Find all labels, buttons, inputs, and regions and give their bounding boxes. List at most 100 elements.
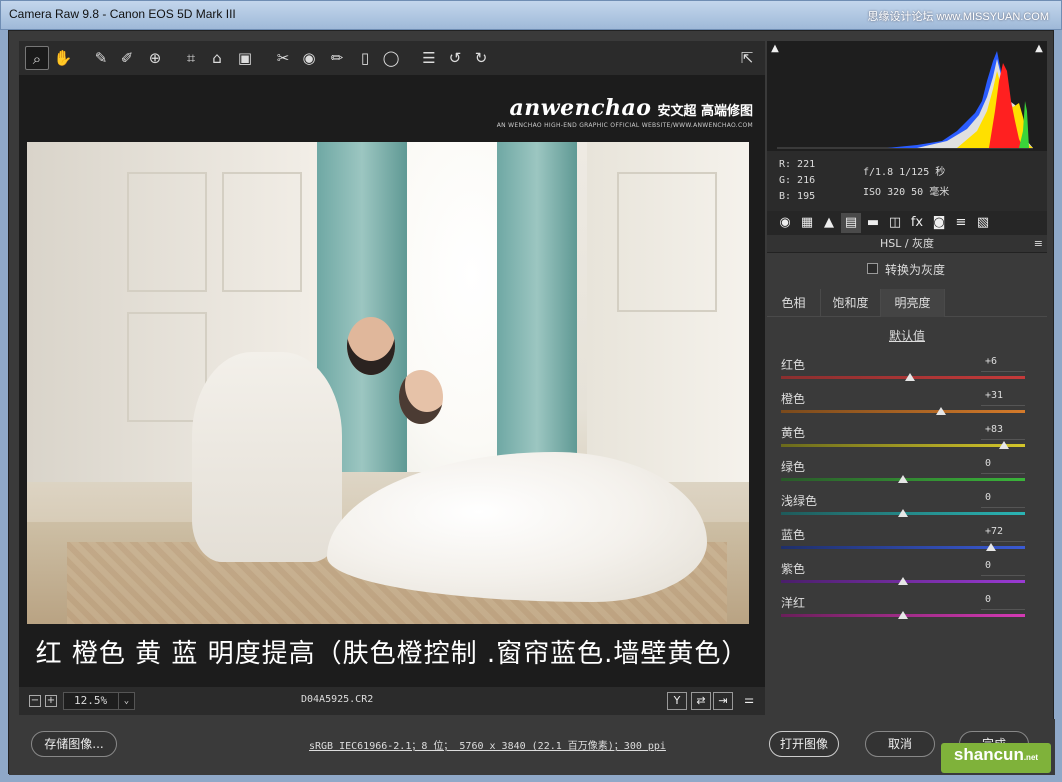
brand-name: anwenchao bbox=[509, 95, 652, 121]
slider-row: 紫色 0 bbox=[781, 560, 1025, 590]
split-toning-tab-icon[interactable]: ▬ bbox=[863, 213, 883, 233]
lens-tab-icon[interactable]: ◫ bbox=[885, 213, 905, 233]
zoom-tool-icon[interactable]: ⌕ bbox=[25, 46, 49, 70]
histogram: ▲ ▲ bbox=[767, 41, 1047, 151]
before-after-view-button[interactable]: Y bbox=[667, 692, 687, 710]
slider-value-input[interactable]: 0 bbox=[981, 594, 1025, 610]
panel-tabs: ◉ ▦ ▲ ▤ ▬ ◫ fx ◙ ≡ ▧ bbox=[767, 211, 1047, 235]
slider-thumb[interactable] bbox=[898, 577, 908, 585]
camera-raw-window: ⇱ ⌕ ✋ ✎ ✐ ⊕ ⌗ ⌂ ▣ ✂ ◉ ✏ ▯ ◯ ☰ ↺ ↻ anwenchao 安文超 高端修图 AN … bbox=[8, 30, 1055, 775]
shadow-clipping-icon[interactable]: ▲ bbox=[769, 43, 781, 55]
slider-value-input[interactable]: +31 bbox=[981, 390, 1025, 406]
convert-grayscale-label: 转换为灰度 bbox=[885, 263, 946, 277]
zoom-value: 12.5% bbox=[74, 694, 108, 707]
slider-row: 浅绿色 0 bbox=[781, 492, 1025, 522]
slider-track[interactable] bbox=[781, 376, 1025, 379]
file-name: D04A5925.CR2 bbox=[301, 694, 374, 705]
transform-tool-icon[interactable]: ▣ bbox=[233, 46, 257, 70]
toolbar: ⇱ ⌕ ✋ ✎ ✐ ⊕ ⌗ ⌂ ▣ ✂ ◉ ✏ ▯ ◯ ☰ ↺ ↻ bbox=[19, 41, 765, 75]
slider-row: 绿色 0 bbox=[781, 458, 1025, 488]
save-image-button[interactable]: 存储图像... bbox=[31, 731, 117, 757]
fullscreen-icon[interactable]: ⇱ bbox=[735, 46, 759, 70]
slider-thumb[interactable] bbox=[898, 475, 908, 483]
zoom-select[interactable]: 12.5% ⌄ bbox=[63, 692, 135, 710]
white-balance-tool-icon[interactable]: ✎ bbox=[89, 46, 113, 70]
slider-thumb[interactable] bbox=[935, 407, 946, 415]
default-link[interactable]: 默认值 bbox=[767, 327, 1047, 344]
detail-tab-icon[interactable]: ▲ bbox=[819, 213, 839, 233]
targeted-adjustment-tool-icon[interactable]: ⊕ bbox=[143, 46, 167, 70]
panel-menu-icon[interactable]: ≡ bbox=[1034, 235, 1043, 253]
site-logo-suffix: .net bbox=[1023, 753, 1039, 762]
swap-settings-button[interactable]: ⇄ bbox=[691, 692, 711, 710]
tab-saturation[interactable]: 饱和度 bbox=[821, 289, 881, 317]
site-logo: shancun.net bbox=[941, 743, 1051, 773]
slider-label: 浅绿色 bbox=[781, 494, 818, 508]
zoom-in-button[interactable]: + bbox=[45, 695, 57, 707]
snapshots-tab-icon[interactable]: ▧ bbox=[973, 213, 993, 233]
slider-thumb[interactable] bbox=[985, 543, 996, 551]
chevron-down-icon[interactable]: ⌄ bbox=[118, 693, 134, 709]
convert-grayscale-checkbox[interactable] bbox=[867, 263, 878, 274]
toggle-settings-icon[interactable]: ⚌ bbox=[739, 692, 759, 710]
title-bar: Camera Raw 9.8 - Canon EOS 5D Mark III 思… bbox=[0, 0, 1062, 30]
preferences-icon[interactable]: ☰ bbox=[417, 46, 441, 70]
panel-title-bar: HSL / 灰度 ≡ bbox=[767, 235, 1047, 253]
tone-curve-tab-icon[interactable]: ▦ bbox=[797, 213, 817, 233]
slider-thumb[interactable] bbox=[999, 441, 1010, 449]
preview-status-bar: − + 12.5% ⌄ D04A5925.CR2 Y ⇄ ⇥ ⚌ bbox=[19, 687, 765, 715]
slider-thumb[interactable] bbox=[898, 611, 908, 619]
straighten-tool-icon[interactable]: ⌂ bbox=[205, 46, 229, 70]
rotate-right-icon[interactable]: ↻ bbox=[469, 46, 493, 70]
basic-tab-icon[interactable]: ◉ bbox=[775, 213, 795, 233]
panel-title: HSL / 灰度 bbox=[879, 237, 935, 250]
slider-thumb[interactable] bbox=[905, 373, 916, 381]
pixel-readout: R: 221 G: 216 B: 195 f/1.8 1/125 秒 ISO 3… bbox=[767, 151, 1047, 211]
site-logo-text: shancun bbox=[953, 745, 1024, 764]
graduated-filter-icon[interactable]: ▯ bbox=[353, 46, 377, 70]
color-sampler-tool-icon[interactable]: ✐ bbox=[115, 46, 139, 70]
workflow-options-link[interactable]: sRGB IEC61966-2.1；8 位； 5760 x 3840 (22.1… bbox=[309, 737, 666, 752]
slider-thumb[interactable] bbox=[898, 509, 908, 517]
cancel-button[interactable]: 取消 bbox=[865, 731, 935, 757]
slider-label: 黄色 bbox=[781, 426, 806, 440]
highlight-clipping-icon[interactable]: ▲ bbox=[1033, 43, 1045, 55]
wedding-photo bbox=[27, 142, 749, 624]
slider-value-input[interactable]: +83 bbox=[981, 424, 1025, 440]
slider-value-input[interactable]: +72 bbox=[981, 526, 1025, 542]
histogram-graph bbox=[777, 51, 1033, 149]
brand-cn: 安文超 高端修图 bbox=[657, 104, 753, 119]
slider-value-input[interactable]: 0 bbox=[981, 560, 1025, 576]
tab-hue[interactable]: 色相 bbox=[767, 289, 821, 317]
window-title: Camera Raw 9.8 - Canon EOS 5D Mark III bbox=[9, 7, 236, 21]
camera-calibration-tab-icon[interactable]: ◙ bbox=[929, 213, 949, 233]
image-preview[interactable]: anwenchao 安文超 高端修图 AN WENCHAO HIGH-END GR… bbox=[19, 75, 765, 687]
adjustment-brush-icon[interactable]: ✏ bbox=[325, 46, 349, 70]
bottom-bar: 存储图像... sRGB IEC61966-2.1；8 位； 5760 x 38… bbox=[9, 719, 1055, 775]
rotate-left-icon[interactable]: ↺ bbox=[443, 46, 467, 70]
open-image-button[interactable]: 打开图像 bbox=[769, 731, 839, 757]
spot-removal-tool-icon[interactable]: ✂ bbox=[271, 46, 295, 70]
tab-luminance[interactable]: 明亮度 bbox=[881, 289, 945, 317]
slider-value-input[interactable]: +6 bbox=[981, 356, 1025, 372]
readout-r: R: 221 bbox=[779, 159, 816, 170]
radial-filter-icon[interactable]: ◯ bbox=[379, 46, 403, 70]
slider-row: 蓝色 +72 bbox=[781, 526, 1025, 556]
annotation-caption: 红 橙色 黄 蓝 明度提高（肤色橙控制 .窗帘蓝色.墙壁黄色） bbox=[35, 639, 749, 669]
presets-tab-icon[interactable]: ≡ bbox=[951, 213, 971, 233]
readout-g: G: 216 bbox=[779, 175, 816, 186]
slider-track[interactable] bbox=[781, 410, 1025, 413]
zoom-out-button[interactable]: − bbox=[29, 695, 41, 707]
hsl-tab-icon[interactable]: ▤ bbox=[841, 213, 861, 233]
slider-value-input[interactable]: 0 bbox=[981, 458, 1025, 474]
crop-tool-icon[interactable]: ⌗ bbox=[179, 46, 203, 70]
hsl-subtabs: 色相 饱和度 明亮度 bbox=[767, 289, 1047, 317]
slider-value-input[interactable]: 0 bbox=[981, 492, 1025, 508]
slider-label: 绿色 bbox=[781, 460, 806, 474]
effects-tab-icon[interactable]: fx bbox=[907, 213, 927, 233]
copy-settings-button[interactable]: ⇥ bbox=[713, 692, 733, 710]
slider-row: 橙色 +31 bbox=[781, 390, 1025, 420]
slider-track[interactable] bbox=[781, 444, 1025, 447]
red-eye-tool-icon[interactable]: ◉ bbox=[297, 46, 321, 70]
hand-tool-icon[interactable]: ✋ bbox=[51, 46, 75, 70]
